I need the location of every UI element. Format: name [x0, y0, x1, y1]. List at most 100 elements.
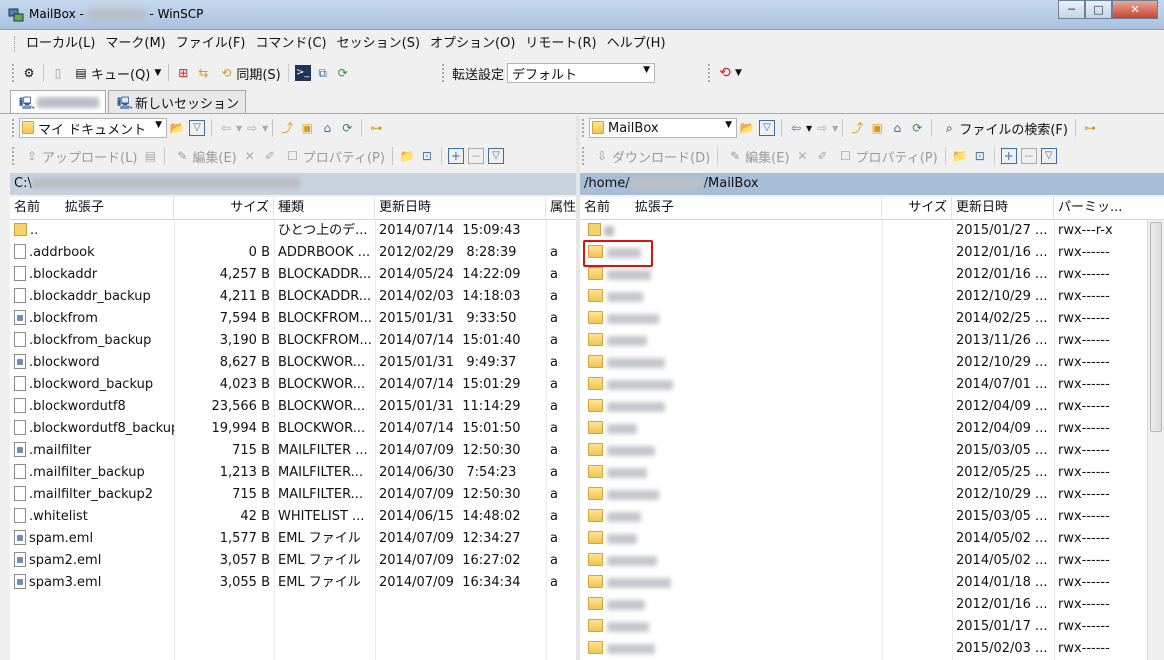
delete-icon[interactable]: ✕	[242, 148, 258, 164]
edit-button[interactable]: ✎ 編集(E)	[722, 147, 792, 166]
tree-view-icon[interactable]: ⊶	[368, 120, 384, 136]
title-bar[interactable]: MailBox - - WinSCP ─ □ ✕	[0, 0, 1164, 30]
table-row[interactable]: .mailfilter_backup 1,213 B MAILFILTER... 20…	[10, 462, 576, 484]
forward-icon[interactable]: ⇨	[814, 120, 830, 136]
table-row[interactable]: 2014/02/25 ... rwx------	[580, 308, 1164, 330]
menu-session[interactable]: セッション(S)	[332, 33, 425, 55]
column-header-permissions[interactable]: パーミッ...	[1054, 197, 1142, 219]
table-row[interactable]: 2012/04/09 ... rwx------	[580, 418, 1164, 440]
column-header-name[interactable]: 名前 拡張子	[580, 197, 882, 219]
deselect-icon[interactable]: −	[1020, 148, 1037, 164]
table-row[interactable]: spam.eml 1,577 B EML ファイル 2014/07/09 12:34:…	[10, 528, 576, 550]
column-header-type[interactable]: 種類	[274, 197, 375, 219]
table-row[interactable]: .mailfilter_backup2 715 B MAILFILTER... 201…	[10, 484, 576, 506]
table-row[interactable]: 2014/05/02 ... rwx------	[580, 550, 1164, 572]
new-file-icon[interactable]: ⊡	[972, 148, 988, 164]
refresh-panels-icon[interactable]: ⟳	[335, 65, 351, 81]
table-row[interactable]: .addrbook 0 B ADDRBOOK ... 2012/02/29 8:28:…	[10, 242, 576, 264]
close-button[interactable]: ✕	[1112, 0, 1158, 19]
scrollbar-thumb[interactable]	[1150, 222, 1162, 432]
column-header-size[interactable]: サイズ	[882, 197, 952, 219]
table-row[interactable]: .blockword_backup 4,023 B BLOCKWOR... 2014/…	[10, 374, 576, 396]
rename-icon[interactable]: ✐	[815, 148, 831, 164]
table-row[interactable]: .blockfrom 7,594 B BLOCKFROM... 2015/01/31 …	[10, 308, 576, 330]
column-header-attributes[interactable]: 属性	[546, 197, 576, 219]
home-icon[interactable]: ⌂	[319, 120, 335, 136]
menu-options[interactable]: オプション(O)	[425, 33, 520, 55]
column-header-modified[interactable]: 更新日時	[375, 197, 546, 219]
table-row[interactable]: .. ひとつ上のデ... 2014/07/14 15:09:43	[10, 220, 576, 242]
toolbar-grip[interactable]	[14, 36, 17, 52]
column-header-name[interactable]: 名前 拡張子	[10, 197, 174, 219]
chevron-down-icon[interactable]: ▼	[735, 68, 742, 78]
rename-icon[interactable]: ✐	[262, 148, 278, 164]
local-file-list[interactable]: 名前 拡張子 サイズ 種類 更新日時 属性 .. ひとつ上のデ... 2014/07…	[10, 197, 576, 660]
table-row[interactable]: .blockaddr_backup 4,211 B BLOCKADDR... 2014…	[10, 286, 576, 308]
table-row[interactable]: 2015/02/03 ... rwx------	[580, 638, 1164, 660]
table-row[interactable]: .mailfilter 715 B MAILFILTER ... 2014/07/09…	[10, 440, 576, 462]
table-row[interactable]: .blockaddr 4,257 B BLOCKADDR... 2014/05/24 …	[10, 264, 576, 286]
back-icon[interactable]: ⇦	[788, 120, 804, 136]
table-row[interactable]: spam2.eml 3,057 B EML ファイル 2014/07/09 16:27…	[10, 550, 576, 572]
refresh-icon[interactable]: ⟳	[339, 120, 355, 136]
delete-icon[interactable]: ✕	[795, 148, 811, 164]
root-directory-icon[interactable]: ▣	[299, 120, 315, 136]
table-row[interactable]: 2013/11/26 ... rwx------	[580, 330, 1164, 352]
table-row[interactable]: 2015/01/17 ... rwx------	[580, 616, 1164, 638]
table-row[interactable]: 2014/07/01 ... rwx------	[580, 374, 1164, 396]
queue-button[interactable]: ▤ キュー(Q) ▼	[68, 64, 164, 83]
filter-icon[interactable]: ▽	[189, 120, 205, 136]
open-folder-icon[interactable]: 📂	[739, 120, 755, 136]
root-directory-icon[interactable]: ▣	[869, 120, 885, 136]
filter-icon[interactable]: ▽	[759, 120, 775, 136]
toolbar-grip[interactable]	[12, 64, 15, 82]
terminal-icon[interactable]: >_	[294, 65, 311, 81]
maximize-button[interactable]: □	[1085, 0, 1112, 19]
compare-directories-icon[interactable]: ⊞	[175, 65, 191, 81]
open-folder-icon[interactable]: 📂	[169, 120, 185, 136]
table-row[interactable]: 2012/05/25 ... rwx------	[580, 462, 1164, 484]
toolbar-grip[interactable]	[708, 64, 711, 82]
table-row[interactable]: .blockword 8,627 B BLOCKWOR... 2015/01/31 9…	[10, 352, 576, 374]
toolbar-grip[interactable]	[12, 147, 15, 165]
filter-select-icon[interactable]: ▽	[1040, 148, 1057, 164]
find-files-button[interactable]: ⌕ ファイルの検索(F)	[936, 119, 1071, 138]
parent-directory-icon[interactable]: ⤴	[279, 120, 295, 136]
download-button[interactable]: ⇩ ダウンロード(D)	[589, 147, 713, 166]
filter-select-icon[interactable]: ▽	[487, 148, 504, 164]
select-all-icon[interactable]: +	[447, 148, 464, 164]
gear-icon[interactable]: ⚙	[21, 65, 37, 81]
tab-current-session[interactable]: 🖳	[10, 90, 106, 114]
edit-button[interactable]: ✎ 編集(E)	[169, 147, 239, 166]
home-icon[interactable]: ⌂	[889, 120, 905, 136]
menu-help[interactable]: ヘルプ(H)	[602, 33, 671, 55]
table-row[interactable]: .blockwordutf8 23,566 B BLOCKWOR... 2015/01…	[10, 396, 576, 418]
properties-button[interactable]: ☐ プロパティ(P)	[280, 147, 388, 166]
table-row[interactable]: 2014/01/18 ... rwx------	[580, 572, 1164, 594]
menu-file[interactable]: ファイル(F)	[171, 33, 251, 55]
tab-new-session[interactable]: 🖳 新しいセッション	[108, 90, 247, 114]
table-row[interactable]: 2012/10/29 ... rwx------	[580, 286, 1164, 308]
table-row[interactable]: 2012/10/29 ... rwx------	[580, 352, 1164, 374]
select-all-icon[interactable]: +	[1000, 148, 1017, 164]
column-header-size[interactable]: サイズ	[174, 197, 274, 219]
forward-icon[interactable]: ⇨	[244, 120, 260, 136]
table-row[interactable]: .blockwordutf8_backup 19,994 B BLOCKWOR...…	[10, 418, 576, 440]
upload-options-icon[interactable]: ▤	[142, 148, 158, 164]
tree-view-icon[interactable]: ⊶	[1082, 120, 1098, 136]
table-row[interactable]: 2012/01/16 ... rwx------	[580, 594, 1164, 616]
table-row[interactable]: 2015/03/05 ... rwx------	[580, 440, 1164, 462]
session-refresh-icon[interactable]: ⟲	[717, 65, 733, 81]
refresh-icon[interactable]: ⟳	[909, 120, 925, 136]
deselect-icon[interactable]: −	[467, 148, 484, 164]
new-folder-icon[interactable]: 📁	[399, 148, 415, 164]
remote-location-select[interactable]: MailBox ▼	[589, 118, 737, 138]
table-row[interactable]: 2012/10/29 ... rwx------	[580, 484, 1164, 506]
menu-command[interactable]: コマンド(C)	[250, 33, 331, 55]
new-file-icon[interactable]: ⊡	[419, 148, 435, 164]
table-row[interactable]: spam3.eml 3,055 B EML ファイル 2014/07/09 16:34…	[10, 572, 576, 594]
table-row[interactable]: 2012/01/16 ... rwx------	[580, 264, 1164, 286]
remote-file-list[interactable]: 名前 拡張子 サイズ 更新日時 パーミッ... 2015/01/27 ... rw…	[580, 197, 1164, 660]
synchronize-button[interactable]: ⟲ 同期(S)	[213, 64, 283, 83]
column-header-modified[interactable]: 更新日時	[952, 197, 1054, 219]
